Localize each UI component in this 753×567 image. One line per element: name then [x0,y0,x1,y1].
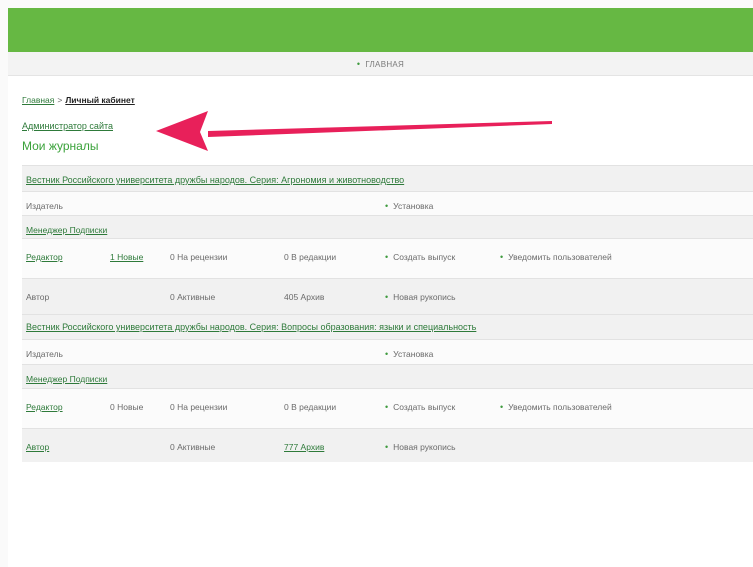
create-issue-link[interactable]: Создать выпуск [393,402,455,412]
editor-editing-count: 0 В редакции [284,402,337,412]
bullet-icon: • [500,252,504,262]
bullet-icon: • [385,252,389,262]
page: • ГЛАВНАЯ Главная > Личный кабинет Админист… [0,0,753,567]
editor-row: Редактор 0 Новые 0 На рецензии 0 В редак… [22,388,753,428]
breadcrumb-separator: > [57,95,63,105]
bullet-icon: • [356,59,361,69]
breadcrumb-current[interactable]: Личный кабинет [65,95,134,105]
editor-review-count: 0 На рецензии [170,402,228,412]
notify-users-link[interactable]: Уведомить пользователей [508,252,612,262]
publisher-row: Издатель • Установка [22,191,753,215]
subscription-manager-row: Менеджер Подписки [22,364,753,388]
breadcrumb-home-link[interactable]: Главная [22,95,54,105]
menu-item-home[interactable]: ГЛАВНАЯ [365,60,404,69]
bullet-icon: • [385,402,389,412]
main-content: Главная > Личный кабинет Администратор сай… [8,76,753,567]
setup-link[interactable]: Установка [393,201,433,211]
bullet-icon: • [385,201,389,211]
author-active-count: 0 Активные [170,442,216,452]
publisher-label[interactable]: Издатель [26,201,63,211]
editor-review-count: 0 На рецензии [170,252,228,262]
create-issue-link[interactable]: Создать выпуск [393,252,455,262]
author-row: Автор 0 Активные 405 Архив • Новая рукопи… [22,278,753,314]
bullet-icon: • [385,292,389,302]
editor-editing-count: 0 В редакции [284,252,337,262]
author-active-count: 0 Активные [170,292,216,302]
bullet-icon: • [385,442,389,452]
editor-new-link[interactable]: 1 Новые [110,252,143,262]
editor-link[interactable]: Редактор [26,252,63,262]
header-bar [8,8,753,52]
new-manuscript-link[interactable]: Новая рукопись [393,292,455,302]
editor-link[interactable]: Редактор [26,402,63,412]
author-row: Автор 0 Активные 777 Архив • Новая рукопи… [22,428,753,462]
subscription-manager-row: Менеджер Подписки [22,215,753,238]
page-title: Мои журналы [22,139,99,153]
editor-new-count: 0 Новые [110,402,144,412]
notify-users-link[interactable]: Уведомить пользователей [508,402,612,412]
publisher-label[interactable]: Издатель [26,349,63,359]
new-manuscript-link[interactable]: Новая рукопись [393,442,455,452]
bullet-icon: • [385,349,389,359]
publisher-row: Издатель • Установка [22,339,753,364]
bullet-icon: • [500,402,504,412]
site-admin-link[interactable]: Администратор сайта [22,121,113,131]
editor-row: Редактор 1 Новые 0 На рецензии 0 В редак… [22,238,753,278]
setup-link[interactable]: Установка [393,349,433,359]
journal-title-link[interactable]: Вестник Российского университета дружбы … [26,175,404,185]
author-archive-link[interactable]: 405 Архив [284,292,324,302]
author-link[interactable]: Автор [26,442,49,452]
journal-title-row: Вестник Российского университета дружбы … [22,314,753,339]
subscription-manager-link[interactable]: Менеджер Подписки [26,374,107,384]
author-archive-link[interactable]: 777 Архив [284,442,324,452]
top-menu: • ГЛАВНАЯ [8,52,753,76]
subscription-manager-link[interactable]: Менеджер Подписки [26,225,107,235]
breadcrumb: Главная > Личный кабинет [22,95,135,105]
author-label[interactable]: Автор [26,292,49,302]
journal-title-row: Вестник Российского университета дружбы … [22,165,753,191]
journal-title-link[interactable]: Вестник Российского университета дружбы … [26,322,476,332]
